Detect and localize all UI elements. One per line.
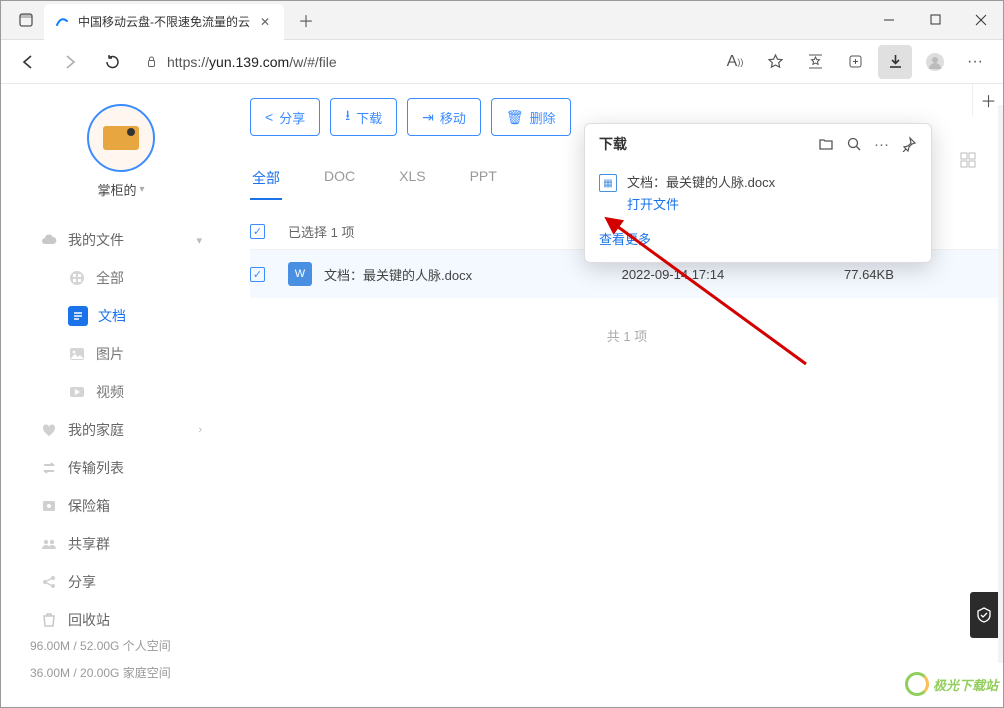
storage-info: 96.00M / 52.00G 个人空间 36.00M / 20.00G 家庭空… — [30, 633, 171, 686]
open-file-link[interactable]: 打开文件 — [627, 194, 679, 213]
tab-strip: 中国移动云盘-不限速免流量的云 ✕ ＋ — [0, 0, 866, 39]
tab-list-icon — [19, 13, 33, 27]
read-aloud-button[interactable]: A)) — [718, 45, 752, 79]
image-icon — [68, 345, 86, 363]
grid-icon — [68, 269, 86, 287]
favorites-bar-button[interactable] — [798, 45, 832, 79]
open-folder-button[interactable] — [818, 136, 834, 153]
downloads-popup: 下载 ··· ▦ 文档：最关键的人脉.docx 打开文件 查看更多 — [584, 123, 932, 263]
selected-count: 已选择 1 项 — [288, 222, 622, 241]
favorite-button[interactable] — [758, 45, 792, 79]
sidebar-item-all[interactable]: 全部 — [30, 259, 212, 297]
tab-list-button[interactable] — [8, 2, 44, 38]
username[interactable]: 掌柜的 ▾ — [30, 180, 212, 199]
search-downloads-button[interactable] — [846, 136, 862, 153]
download-item[interactable]: ▦ 文档：最关键的人脉.docx 打开文件 — [585, 164, 931, 221]
transfer-icon — [40, 459, 58, 477]
tab-ppt[interactable]: PPT — [468, 162, 499, 200]
see-more-link[interactable]: 查看更多 — [585, 221, 931, 262]
chevron-right-icon: › — [198, 424, 202, 436]
cloud-icon — [40, 231, 58, 249]
close-window-button[interactable] — [958, 0, 1004, 40]
downloads-button[interactable] — [878, 45, 912, 79]
trash-icon — [40, 611, 58, 629]
browser-tab[interactable]: 中国移动云盘-不限速免流量的云 ✕ — [44, 4, 284, 40]
profile-button[interactable] — [918, 45, 952, 79]
download-button[interactable]: ⭳下载 — [330, 98, 397, 136]
tab-xls[interactable]: XLS — [397, 162, 427, 200]
window-controls — [866, 0, 1004, 40]
delete-button[interactable]: 🗑删除 — [491, 98, 571, 136]
doc-icon — [68, 306, 88, 326]
share-icon — [40, 573, 58, 591]
sidebar-item-pics[interactable]: 图片 — [30, 335, 212, 373]
chevron-down-icon: ▾ — [139, 184, 144, 195]
main-panel: <分享 ⭳下载 ⇥移动 🗑删除 全部 DOC XLS PPT ✓ 已选择 1 项… — [224, 84, 1004, 708]
grid-icon — [960, 152, 976, 168]
minimize-button[interactable] — [866, 0, 912, 40]
file-size: 77.64KB — [844, 267, 1004, 282]
doc-file-icon: ▦ — [599, 174, 617, 192]
share-icon: < — [265, 109, 273, 125]
swirl-icon — [905, 672, 929, 696]
file-time: 2022-09-14 17:14 — [622, 267, 844, 282]
sidebar-item-safe[interactable]: 保险箱 — [30, 487, 212, 525]
browser-titlebar: 中国移动云盘-不限速免流量的云 ✕ ＋ — [0, 0, 1004, 40]
collections-button[interactable] — [838, 45, 872, 79]
page-content: 掌柜的 ▾ 我的文件 ▾ 全部 文档 图片 — [18, 84, 1004, 708]
personal-storage: 96.00M / 52.00G 个人空间 — [30, 633, 171, 659]
view-toggle-button[interactable] — [954, 146, 982, 174]
tab-close-button[interactable]: ✕ — [256, 15, 274, 29]
sidebar-item-myfiles[interactable]: 我的文件 ▾ — [30, 221, 212, 259]
sidebar-item-sharegroup[interactable]: 共享群 — [30, 525, 212, 563]
family-storage: 36.00M / 20.00G 家庭空间 — [30, 660, 171, 686]
downloads-popup-title: 下载 — [599, 134, 627, 154]
chevron-down-icon: ▾ — [196, 234, 202, 247]
tab-doc[interactable]: DOC — [322, 162, 357, 200]
side-widget[interactable] — [970, 592, 998, 638]
sidebar: 掌柜的 ▾ 我的文件 ▾ 全部 文档 图片 — [18, 84, 224, 708]
tab-favicon-icon — [54, 14, 70, 30]
downloads-more-button[interactable]: ··· — [874, 136, 889, 153]
heart-icon — [40, 421, 58, 439]
download-file-name: 文档：最关键的人脉.docx — [627, 172, 775, 191]
move-icon: ⇥ — [422, 109, 434, 126]
sidebar-item-videos[interactable]: 视频 — [30, 373, 212, 411]
select-all-checkbox[interactable]: ✓ — [250, 224, 265, 239]
url-text: https://yun.139.com/w/#/file — [167, 54, 337, 70]
row-checkbox[interactable]: ✓ — [250, 267, 265, 282]
menu-button[interactable]: ··· — [958, 45, 992, 79]
tab-title: 中国移动云盘-不限速免流量的云 — [78, 13, 250, 30]
move-button[interactable]: ⇥移动 — [407, 98, 481, 136]
vertical-scrollbar[interactable] — [998, 105, 1004, 663]
sidebar-item-myhome[interactable]: 我的家庭 › — [30, 411, 212, 449]
sidebar-item-share[interactable]: 分享 — [30, 563, 212, 601]
address-bar: https://yun.139.com/w/#/file A)) ··· — [0, 40, 1004, 84]
site-info-icon[interactable] — [144, 54, 159, 69]
pin-button[interactable] — [901, 136, 917, 153]
forward-button[interactable] — [54, 46, 86, 78]
tab-all[interactable]: 全部 — [250, 162, 282, 200]
refresh-button[interactable] — [96, 46, 128, 78]
word-file-icon: W — [288, 262, 312, 286]
url-field[interactable]: https://yun.139.com/w/#/file — [138, 54, 708, 70]
video-icon — [68, 383, 86, 401]
list-footer: 共 1 项 — [250, 326, 1004, 345]
download-icon: ⭳ — [345, 105, 350, 129]
new-tab-button[interactable]: ＋ — [292, 6, 320, 34]
back-button[interactable] — [12, 46, 44, 78]
file-name: 文档：最关键的人脉.docx — [324, 265, 472, 284]
delete-icon: 🗑 — [506, 109, 524, 126]
sidebar-item-docs[interactable]: 文档 — [30, 297, 212, 335]
watermark: 极光下载站 — [905, 672, 998, 696]
safe-icon — [40, 497, 58, 515]
sidebar-item-transfers[interactable]: 传输列表 — [30, 449, 212, 487]
group-icon — [40, 535, 58, 553]
avatar[interactable] — [87, 104, 155, 172]
share-button[interactable]: <分享 — [250, 98, 320, 136]
maximize-button[interactable] — [912, 0, 958, 40]
